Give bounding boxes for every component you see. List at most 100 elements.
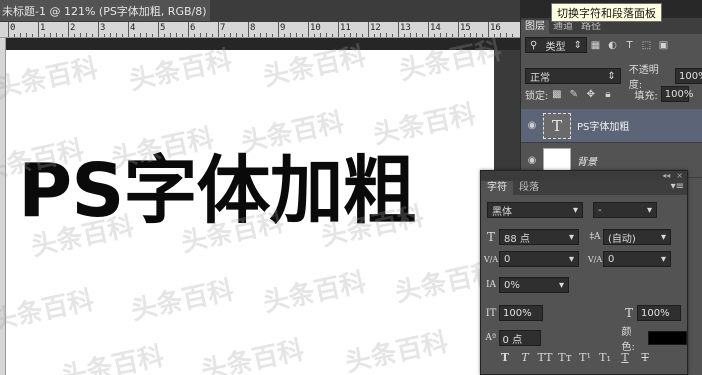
visibility-eye-icon[interactable]: ◉ [521, 155, 543, 166]
tab-paths[interactable]: 路径 [577, 20, 605, 34]
ruler-minor-tick [482, 34, 483, 37]
adjustment-filter-icon[interactable]: ◐ [606, 39, 619, 52]
ruler-major-tick [98, 22, 99, 37]
ruler-minor-tick [362, 34, 363, 37]
ruler-number: 11 [340, 23, 351, 33]
ruler-minor-tick [416, 33, 417, 37]
all-caps-button[interactable]: TT [535, 351, 555, 364]
small-caps-button[interactable]: Tт [555, 351, 575, 364]
pixel-filter-icon[interactable]: ▦ [589, 39, 602, 52]
leading-icon: ‡A [589, 232, 601, 242]
ruler-major-tick [278, 22, 279, 37]
fill-field[interactable]: 100% [660, 86, 693, 102]
leading-field[interactable]: (自动) ▾ [603, 229, 671, 245]
leading-value: (自动) [608, 233, 636, 245]
chevron-down-icon: ▾ [660, 231, 666, 243]
font-family-dropdown[interactable]: 黑体 ▾ [487, 202, 583, 218]
ruler-number: 16 [490, 23, 501, 33]
ruler-minor-tick [290, 33, 291, 37]
ruler-number: 5 [160, 23, 166, 33]
superscript-button[interactable]: T¹ [575, 351, 595, 364]
font-size-field[interactable]: 88 点 ▾ [499, 229, 579, 245]
ruler-minor-tick [434, 34, 435, 37]
ruler-minor-tick [440, 33, 441, 37]
close-icon[interactable]: × [676, 171, 683, 180]
horizontal-scale-field[interactable]: 100% [637, 305, 681, 321]
baseline-shift-field[interactable]: 0 点 [498, 330, 542, 346]
scale-field[interactable]: 0% ▾ [499, 277, 569, 293]
faux-italic-button[interactable]: T [515, 351, 535, 364]
layer-filter-dropdown[interactable]: ⚲ 类型 ⇕ [525, 37, 587, 53]
tab-character[interactable]: 字符 [481, 181, 513, 195]
size-leading-row: T 88 点 ▾ ‡A (自动) ▾ [483, 229, 671, 245]
smart-object-filter-icon[interactable]: ▣ [657, 39, 670, 52]
scale-icon: IA [485, 280, 497, 290]
ruler-major-tick [308, 22, 309, 37]
scale-value: 0% [504, 279, 520, 291]
ruler-minor-tick [392, 34, 393, 37]
ruler-minor-tick [374, 34, 375, 37]
ruler-number: 10 [310, 23, 321, 33]
layer-name: PS字体加粗 [577, 122, 630, 133]
vertical-scale-field[interactable]: 100% [499, 305, 543, 321]
tab-channels[interactable]: 通道 [549, 20, 577, 34]
subscript-button[interactable]: T₁ [595, 351, 615, 364]
lock-row: 锁定: ▩ ✎ ✥ 🔒︎ 填充: 100% [521, 86, 702, 102]
ruler-minor-tick [170, 33, 171, 37]
ruler-minor-tick [14, 34, 15, 37]
font-style-dropdown[interactable]: - ▾ [593, 202, 657, 218]
ruler-minor-tick [62, 34, 63, 37]
baseline-shift-value: 0 点 [502, 334, 523, 346]
layer-row-text[interactable]: ◉ T PS字体加粗 [521, 109, 702, 143]
underline-button[interactable]: T [615, 351, 635, 364]
document-tab[interactable]: 未标题-1 @ 121% (PS字体加粗, RGB/8) * × [0, 0, 231, 22]
blend-mode-dropdown[interactable]: 正常 ⇕ [525, 68, 621, 84]
tab-paragraph[interactable]: 段落 [513, 181, 545, 195]
ruler-minor-tick [212, 34, 213, 37]
faux-bold-button[interactable]: T [495, 351, 515, 364]
ruler-major-tick [68, 22, 69, 37]
shape-filter-icon[interactable]: ⬚ [640, 39, 653, 52]
lock-pixels-icon[interactable]: ✎ [567, 88, 580, 101]
ruler-minor-tick [296, 33, 297, 37]
type-filter-icon[interactable]: T [623, 39, 636, 52]
ruler-minor-tick [404, 34, 405, 37]
baseline-shift-icon: Aª [485, 333, 497, 343]
strikethrough-button[interactable]: T [635, 351, 655, 364]
ruler-minor-tick [116, 33, 117, 37]
kerning-field[interactable]: 0 ▾ [499, 251, 579, 267]
text-layer-thumbnail: T [543, 112, 571, 139]
ruler-number: 1 [40, 23, 46, 33]
scale-row: IA 0% ▾ [483, 277, 569, 293]
collapse-icon[interactable]: ◂◂ [662, 171, 670, 180]
ruler-major-tick [488, 22, 489, 37]
ruler-major-tick [38, 22, 39, 37]
ruler-minor-tick [470, 33, 471, 37]
ruler-minor-tick [164, 34, 165, 37]
text-color-swatch[interactable] [648, 331, 687, 345]
ruler-minor-tick [44, 34, 45, 37]
lock-position-icon[interactable]: ✥ [584, 88, 597, 101]
ruler-minor-tick [254, 34, 255, 37]
lock-all-icon[interactable]: 🔒︎ [601, 88, 614, 101]
opacity-value: 100% [679, 70, 702, 82]
opacity-field[interactable]: 100% [675, 68, 702, 84]
tab-layers[interactable]: 图层 [521, 20, 549, 34]
ruler-minor-tick [476, 33, 477, 37]
layer-name: 背景 [577, 157, 597, 168]
type-style-buttons: T T TT Tт T¹ T₁ T T [495, 351, 655, 364]
lock-transparency-icon[interactable]: ▩ [550, 88, 563, 101]
tab-strip [210, 0, 520, 22]
ruler-minor-tick [200, 33, 201, 37]
baseline-color-row: Aª 0 点 颜色: [483, 323, 687, 353]
visibility-eye-icon[interactable]: ◉ [521, 120, 543, 131]
ruler-minor-tick [176, 33, 177, 37]
canvas-text-layer[interactable]: PS字体加粗 [18, 154, 417, 228]
kerning-value: 0 [504, 253, 511, 265]
layer-filter-label: 类型 [545, 41, 566, 53]
ruler-minor-tick [410, 33, 411, 37]
chevron-down-icon: ▾ [568, 253, 574, 265]
tracking-field[interactable]: 0 ▾ [603, 251, 671, 267]
panel-menu-icon[interactable]: ▾≡ [671, 181, 684, 192]
document-canvas[interactable]: PS字体加粗 [6, 50, 494, 375]
